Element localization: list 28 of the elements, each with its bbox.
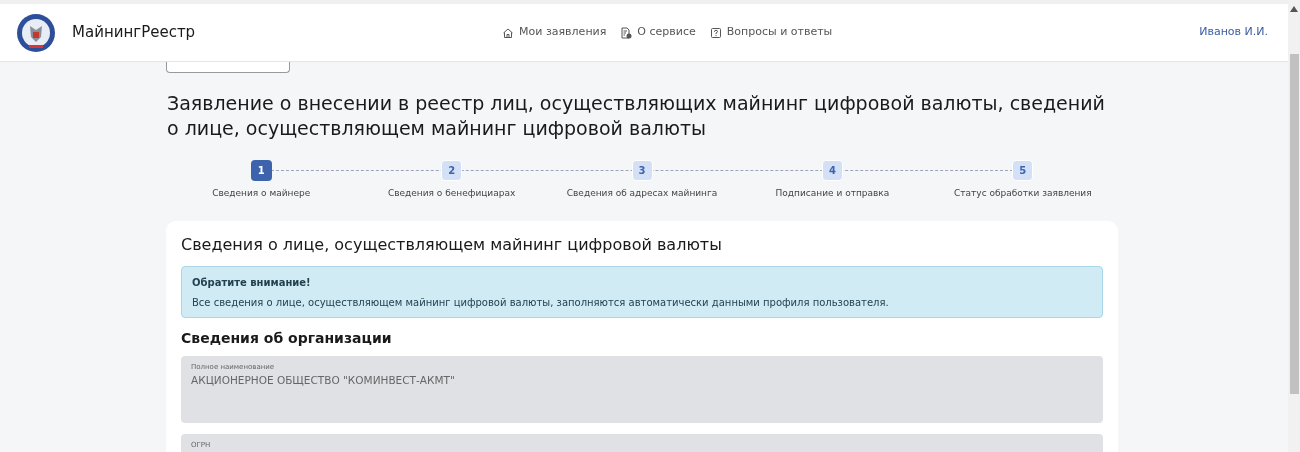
nav-link[interactable]: Вопросы и ответы <box>709 24 833 41</box>
alert-text: Все сведения о лице, осуществляющем майнинг цифровой валюты, заполняются автоматически данными профиля пользователя. <box>192 297 889 309</box>
step-number[interactable]: 5 <box>1012 160 1034 182</box>
step-label: Сведения о бенефициарах <box>387 187 516 201</box>
nav-link[interactable]: О сервисе <box>620 24 696 41</box>
step-number[interactable]: 3 <box>631 160 653 182</box>
outlined-button[interactable] <box>166 62 290 73</box>
step-number[interactable]: 1 <box>250 160 272 182</box>
scrollbar-thumb[interactable] <box>1289 54 1299 394</box>
page-title: Заявление о внесении в реестр лиц, осуществляющих майнинг цифровой валюты, сведений о лице, осуществляющем майнинг цифровой валюты <box>167 91 1106 141</box>
document-icon <box>620 26 633 39</box>
step-label: Сведения об адресах майнинга <box>566 187 718 201</box>
brand-name[interactable]: МайнингРеестр <box>72 21 196 44</box>
alert-title: Обратите внимание! <box>192 276 312 291</box>
card-title: Сведения о лице, осуществляющем майнинг цифровой валюты <box>181 234 723 255</box>
nav-link[interactable]: Мои заявления <box>502 24 607 41</box>
section-title: Сведения об организации <box>181 330 393 347</box>
emblem-logo <box>16 12 56 53</box>
step-label: Статус обработки заявления <box>954 187 1092 201</box>
step-label: Сведения о майнере <box>212 187 311 201</box>
user-name-link[interactable]: Иванов И.И. <box>1199 24 1268 41</box>
field-value: АКЦИОНЕРНОЕ ОБЩЕСТВО "КОМИНВЕСТ-АКМТ" <box>191 373 456 389</box>
step-label: Подписание и отправка <box>775 187 890 201</box>
step-number[interactable]: 4 <box>821 160 843 182</box>
scroll-up-icon[interactable] <box>1290 6 1298 12</box>
step-number[interactable]: 2 <box>441 160 463 182</box>
question-icon <box>709 26 722 39</box>
home-icon <box>502 26 515 39</box>
